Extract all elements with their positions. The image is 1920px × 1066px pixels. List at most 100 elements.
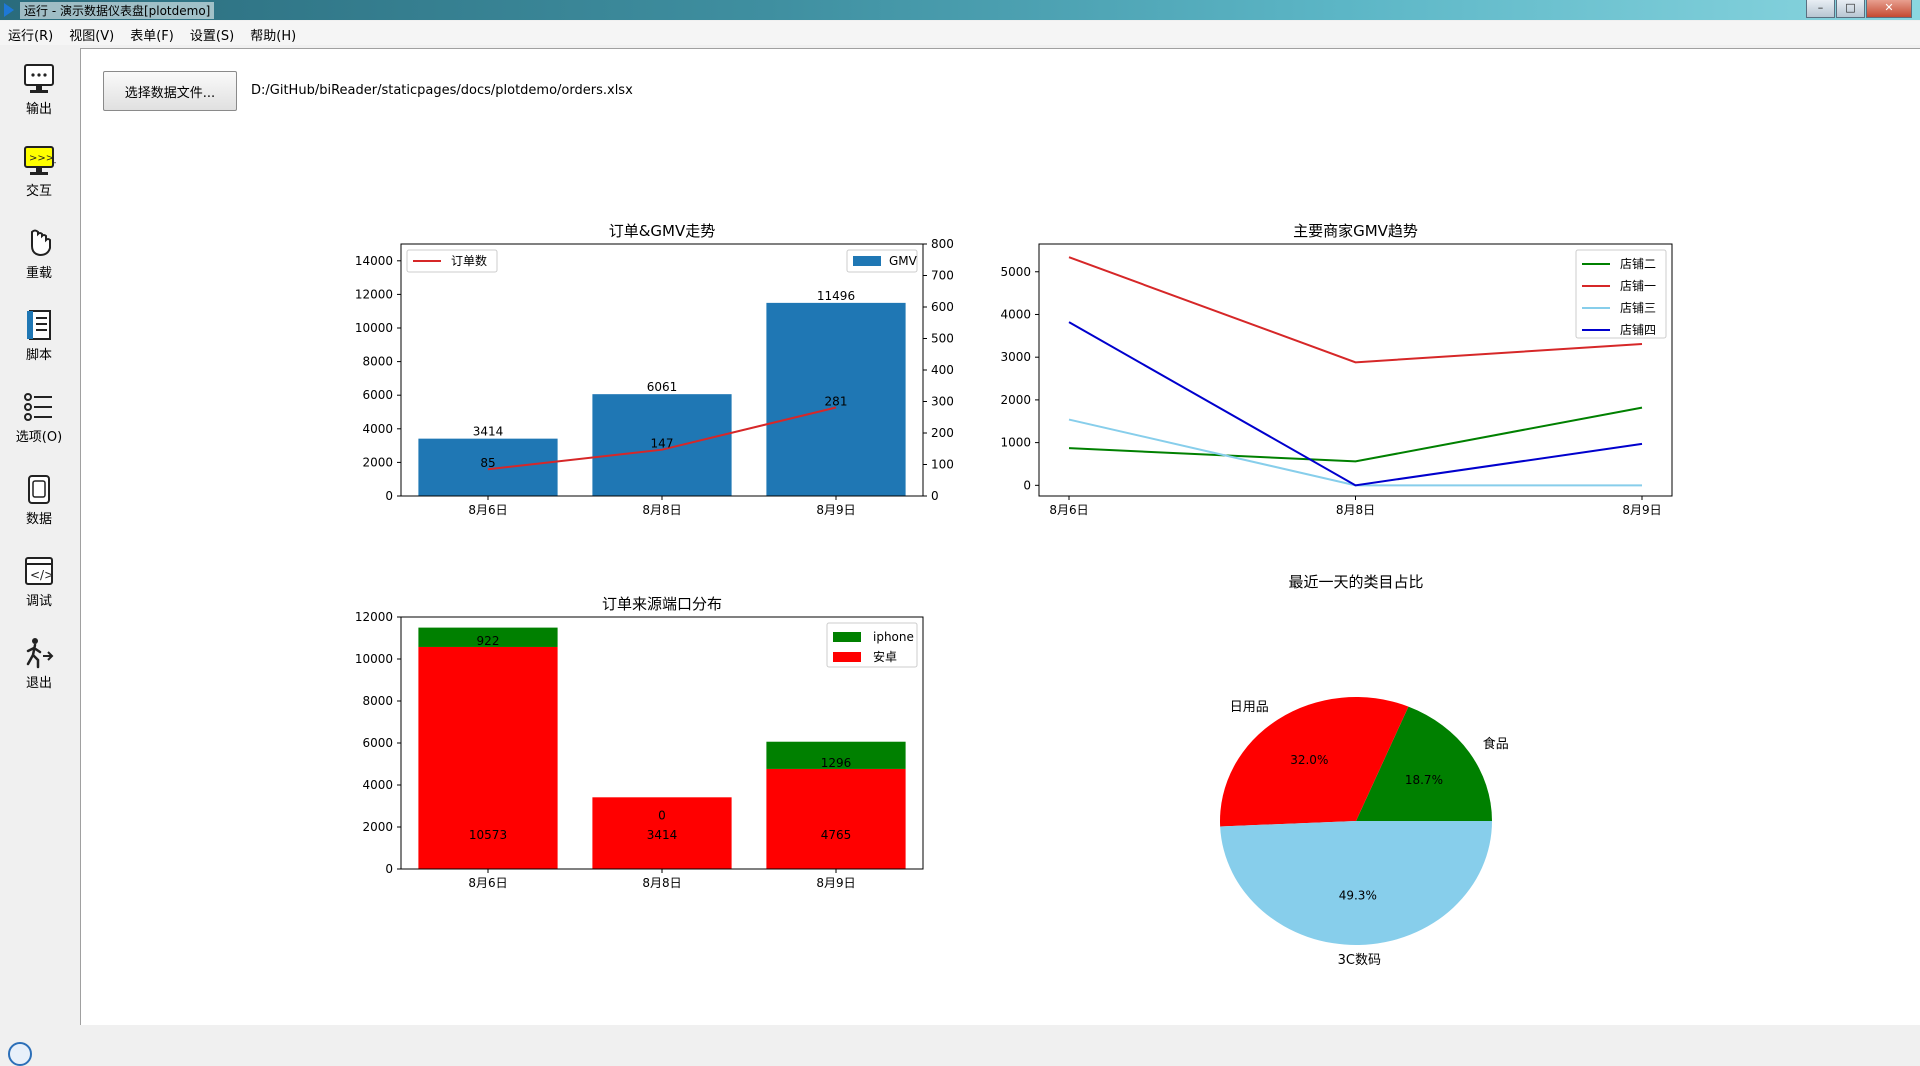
sidebar-item-output[interactable]: 输出 [0,50,78,122]
y-tick-label: 3000 [1000,350,1031,364]
data-label: 11496 [817,289,855,303]
y-tick-label: 12000 [355,287,393,301]
minimize-button[interactable]: – [1806,0,1835,18]
sidebar-item-label: 输出 [25,102,52,117]
series-line [1068,406,1643,463]
x-tick-label: 8月6日 [468,876,507,890]
sidebar-item-interact[interactable]: >>>_ 交互 [0,132,78,204]
chart-title: 最近一天的类目占比 [1288,573,1423,591]
y-tick-label: 4000 [1000,307,1031,321]
sidebar-item-exit[interactable]: 退出 [0,624,78,696]
pie-pct-label: 32.0% [1290,753,1328,767]
window-controls: – □ ✕ [1805,0,1912,18]
sidebar-item-label: 重载 [25,266,52,281]
y-tick-label: 5000 [1000,265,1031,279]
pie-pct-label: 49.3% [1339,888,1377,902]
legend-label: iphone [873,630,914,644]
legend-label: GMV [889,254,918,268]
options-list-icon [24,393,52,421]
data-label: 1296 [821,756,852,770]
pie-slice [1220,821,1492,945]
pie-category-label: 食品 [1483,736,1509,752]
x-tick-label: 8月9日 [816,503,855,517]
data-label: 3414 [647,828,678,842]
file-path-label: D:/GitHub/biReader/staticpages/docs/plot… [251,83,633,98]
sidebar-item-label: 交互 [25,184,52,199]
data-label: 281 [825,394,848,408]
y-tick-label: 10000 [355,321,393,335]
menu-view[interactable]: 视图(V) [61,21,122,45]
y2-tick-label: 300 [931,395,954,409]
data-label: 6061 [647,380,678,394]
data-label: 147 [651,437,674,451]
legend-label: 店铺四 [1620,323,1656,337]
app-icon [4,3,14,17]
y-tick-label: 6000 [362,736,393,750]
sidebar-item-label: 调试 [25,594,52,609]
svg-text:</>: </> [30,568,54,582]
sidebar-item-data[interactable]: 数据 [0,460,78,532]
title-bar: 运行 - 演示数据仪表盘[plotdemo] – □ ✕ [0,0,1920,20]
chart-order-source: 订单来源端口分布 10573 922 3414 0 4765 1296 0 2000 4000 60… [355,595,924,890]
data-label: 0 [658,808,666,822]
data-label: 4765 [821,828,852,842]
sidebar-item-label: 选项(O) [15,430,63,445]
data-label: 10573 [469,828,507,842]
debug-icon: </> [25,557,54,585]
maximize-button[interactable]: □ [1836,0,1865,18]
menu-form[interactable]: 表单(F) [122,21,182,45]
sidebar-item-options[interactable]: 选项(O) [0,378,78,450]
y2-tick-label: 0 [931,489,939,503]
y2-tick-label: 100 [931,458,954,472]
pie-category-label: 3C数码 [1338,953,1381,968]
sidebar-item-script[interactable]: 脚本 [0,296,78,368]
legend-label: 店铺三 [1620,301,1656,315]
chart-title: 订单来源端口分布 [602,595,722,613]
y-tick-label: 1000 [1000,436,1031,450]
select-data-file-button[interactable]: 选择数据文件... [103,71,237,111]
close-button[interactable]: ✕ [1866,0,1912,18]
data-label: 922 [477,634,500,648]
sidebar-item-label: 退出 [25,676,52,691]
legend-label: 店铺一 [1620,279,1656,293]
data-label: 3414 [473,425,504,439]
y-tick-label: 2000 [362,455,393,469]
sidebar-item-debug[interactable]: </> 调试 [0,542,78,614]
sidebar-item-reload[interactable]: 重载 [0,214,78,286]
y-tick-label: 8000 [362,355,393,369]
legend-swatch [853,256,881,266]
script-icon [27,310,51,340]
y2-tick-label: 700 [931,269,954,283]
series-line [1068,256,1643,364]
x-tick-label: 8月8日 [642,503,681,517]
y-tick-label: 14000 [355,254,393,268]
y2-tick-label: 500 [931,332,954,346]
pie-category-label: 日用品 [1230,700,1269,715]
menu-run[interactable]: 运行(R) [0,21,61,45]
chart-orders-gmv: 订单&GMV走势34146061114968514728102000400060… [355,222,954,517]
y2-tick-label: 400 [931,363,954,377]
y-tick-label: 2000 [1000,393,1031,407]
menu-settings[interactable]: 设置(S) [182,21,242,45]
x-tick-label: 8月9日 [816,876,855,890]
menu-help[interactable]: 帮助(H) [242,21,304,45]
dashboard-figure: 订单&GMV走势34146061114968514728102000400060… [355,222,1673,968]
x-tick-label: 8月9日 [1622,503,1661,517]
sidebar-item-label: 脚本 [25,348,52,363]
sidebar: 输出 >>>_ 交互 重载 脚本 选项(O) [0,48,78,1024]
chart-title: 主要商家GMV趋势 [1293,222,1418,240]
reload-hand-icon [31,229,51,257]
legend-swatch [833,632,861,642]
terminal-icon: >>>_ [24,146,56,175]
legend-label: 订单数 [451,253,487,268]
monitor-icon [24,64,54,93]
main-panel: 选择数据文件... D:/GitHub/biReader/staticpages… [80,48,1920,1025]
y-tick-label: 12000 [355,610,393,624]
y-tick-label: 6000 [362,388,393,402]
chart-shop-gmv-trend: 主要商家GMV趋势 0 1000 2000 3000 4000 5000 8月6日 8月8日 8月… [1000,222,1673,517]
legend-label: 店铺二 [1620,257,1656,271]
y-tick-label: 0 [1023,478,1031,492]
status-icon [8,1042,32,1066]
y2-tick-label: 600 [931,300,954,314]
exit-icon [26,638,54,669]
